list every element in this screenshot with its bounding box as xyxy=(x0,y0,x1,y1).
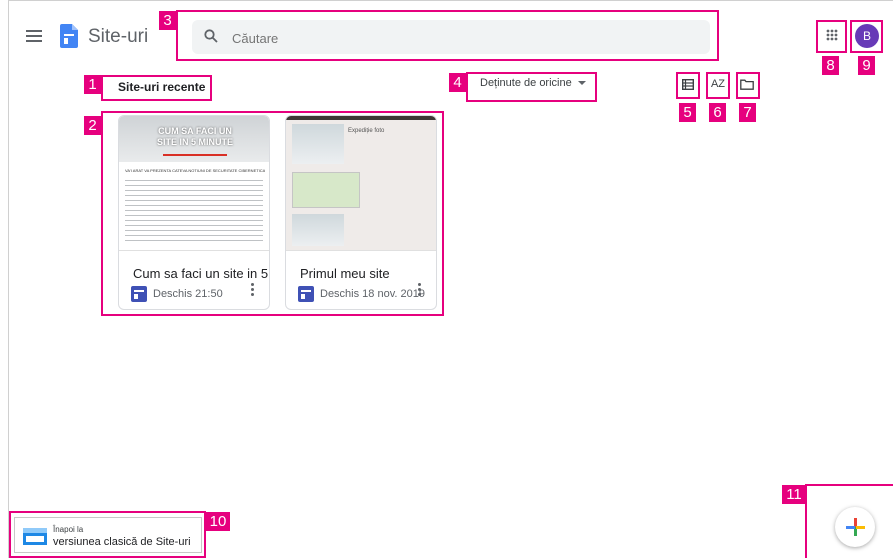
annotation-frame-3 xyxy=(176,10,719,61)
annotation-number: 4 xyxy=(449,73,466,92)
annotation-number: 5 xyxy=(679,103,696,122)
annotation-number: 8 xyxy=(822,56,839,75)
annotation-number: 9 xyxy=(858,56,875,75)
annotation-frame-5 xyxy=(676,72,700,99)
annotation-number: 1 xyxy=(84,75,101,94)
annotation-frame-6 xyxy=(706,72,730,99)
annotation-number: 6 xyxy=(709,103,726,122)
panel-divider xyxy=(8,0,9,558)
annotation-number: 3 xyxy=(159,11,176,30)
annotation-frame-10 xyxy=(9,511,206,558)
annotation-frame-7 xyxy=(736,72,760,99)
annotation-frame-11 xyxy=(805,484,893,558)
main-menu-icon[interactable] xyxy=(24,26,44,46)
annotation-frame-2 xyxy=(101,111,444,316)
annotation-frame-9 xyxy=(850,20,883,53)
app-title: Site-uri xyxy=(88,26,149,47)
annotation-frame-1 xyxy=(101,75,212,101)
annotation-frame-8 xyxy=(816,20,847,53)
sites-logo-icon xyxy=(60,24,78,53)
annotation-number: 10 xyxy=(206,512,230,531)
annotation-number: 7 xyxy=(739,103,756,122)
annotation-frame-4 xyxy=(466,72,597,102)
annotation-number: 2 xyxy=(84,116,101,135)
top-divider xyxy=(8,0,893,1)
annotation-number: 11 xyxy=(782,485,806,504)
